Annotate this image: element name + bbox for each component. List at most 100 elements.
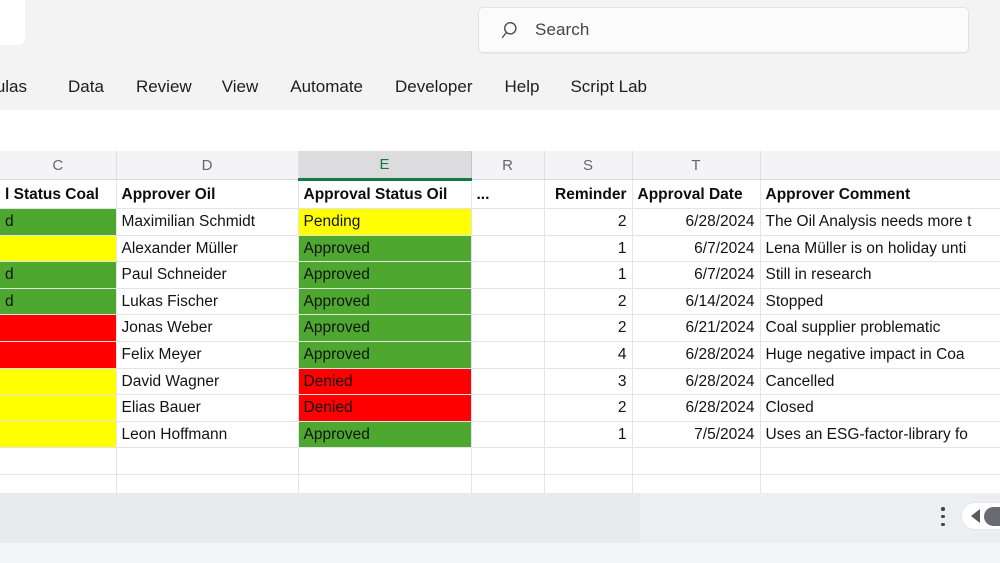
cell-approval-date[interactable]: 6/28/2024 — [632, 368, 761, 396]
cell-approval-status-oil[interactable]: Approved — [298, 261, 472, 289]
cell-reminder[interactable] — [544, 474, 633, 493]
cell-reminder[interactable]: 1 — [544, 235, 633, 263]
table-row[interactable]: d Lukas Fischer Approved 2 6/14/2024 Sto… — [0, 288, 1000, 316]
table-row[interactable]: Elias Bauer Denied 2 6/28/2024 Closed — [0, 394, 1000, 422]
cell-approver-comment[interactable]: Cancelled — [760, 368, 1000, 396]
cell-status-coal[interactable] — [0, 368, 117, 396]
cell-status-coal[interactable]: d — [0, 208, 117, 236]
cell-approval-date[interactable]: 6/7/2024 — [632, 261, 761, 289]
cell-approver-comment[interactable]: Stopped — [760, 288, 1000, 316]
cell-more[interactable] — [471, 447, 545, 475]
cell-approver-oil[interactable]: Lukas Fischer — [116, 288, 299, 316]
kebab-menu-icon[interactable] — [941, 507, 945, 526]
tab-script-lab[interactable]: Script Lab — [570, 73, 647, 101]
table-row[interactable]: d Paul Schneider Approved 1 6/7/2024 Sti… — [0, 261, 1000, 289]
cell-more[interactable] — [471, 368, 545, 396]
cell-approver-comment[interactable]: Lena Müller is on holiday unti — [760, 235, 1000, 263]
worksheet-grid[interactable]: C D E R S T l Status Coal Approver Oil A… — [0, 151, 1000, 493]
cell-more[interactable] — [471, 288, 545, 316]
tab-review[interactable]: Review — [136, 73, 192, 101]
table-row[interactable]: Jonas Weber Approved 2 6/21/2024 Coal su… — [0, 314, 1000, 342]
cell-reminder[interactable]: 1 — [544, 421, 633, 449]
cell-approval-date[interactable]: 6/28/2024 — [632, 394, 761, 422]
column-header-d[interactable]: D — [116, 151, 299, 180]
column-header-c[interactable]: C — [0, 151, 117, 180]
cell-approval-status-oil[interactable]: Denied — [298, 368, 472, 396]
cell-approver-comment[interactable]: Huge negative impact in Coa — [760, 341, 1000, 369]
cell-approval-status-oil[interactable] — [298, 474, 472, 493]
cell-approver-comment[interactable]: Closed — [760, 394, 1000, 422]
cell-reminder[interactable]: 4 — [544, 341, 633, 369]
table-row[interactable] — [0, 474, 1000, 493]
search-box[interactable]: Search — [478, 7, 969, 53]
scroll-left-arrow-icon[interactable] — [971, 509, 980, 523]
cell-approval-status-oil[interactable]: Approved — [298, 341, 472, 369]
cell-approver-oil[interactable]: Elias Bauer — [116, 394, 299, 422]
table-row[interactable]: Alexander Müller Approved 1 6/7/2024 Len… — [0, 235, 1000, 263]
table-row[interactable]: David Wagner Denied 3 6/28/2024 Cancelle… — [0, 368, 1000, 396]
cell-approval-status-oil[interactable]: Approved — [298, 235, 472, 263]
cell-status-coal[interactable]: d — [0, 261, 117, 289]
cell-approver-comment[interactable]: Still in research — [760, 261, 1000, 289]
cell-reminder[interactable] — [544, 447, 633, 475]
table-row[interactable] — [0, 447, 1000, 475]
table-row[interactable]: d Maximilian Schmidt Pending 2 6/28/2024… — [0, 208, 1000, 236]
cell-approver-oil[interactable]: Jonas Weber — [116, 314, 299, 342]
tab-automate[interactable]: Automate — [290, 73, 363, 101]
cell-status-coal[interactable] — [0, 235, 117, 263]
cell-approval-status-oil[interactable] — [298, 447, 472, 475]
cell-more[interactable] — [471, 314, 545, 342]
tab-data[interactable]: Data — [68, 73, 104, 101]
cell-reminder[interactable]: 1 — [544, 261, 633, 289]
cell-status-coal[interactable] — [0, 421, 117, 449]
cell-status-coal[interactable]: d — [0, 288, 117, 316]
horizontal-scrollbar[interactable] — [962, 503, 1000, 529]
cell-approver-comment[interactable]: The Oil Analysis needs more t — [760, 208, 1000, 236]
tab-help[interactable]: Help — [505, 73, 540, 101]
column-header-s[interactable]: S — [544, 151, 633, 180]
cell-approval-status-oil[interactable]: Approved — [298, 288, 472, 316]
cell-approval-date[interactable]: 6/7/2024 — [632, 235, 761, 263]
cell-approver-oil[interactable]: Maximilian Schmidt — [116, 208, 299, 236]
cell-approval-date[interactable] — [632, 447, 761, 475]
column-header-r[interactable]: R — [471, 151, 545, 180]
cell-approval-date[interactable]: 7/5/2024 — [632, 421, 761, 449]
ribbon-collapse-tab[interactable] — [0, 0, 25, 45]
cell-status-coal[interactable] — [0, 314, 117, 342]
cell-more[interactable] — [471, 474, 545, 493]
cell-approver-oil[interactable]: David Wagner — [116, 368, 299, 396]
cell-more[interactable] — [471, 208, 545, 236]
cell-approver-comment[interactable] — [760, 447, 1000, 475]
cell-approver-comment[interactable]: Uses an ESG-factor-library fo — [760, 421, 1000, 449]
tab-formulas[interactable]: rmulas — [0, 73, 27, 101]
formula-bar[interactable] — [0, 110, 1000, 152]
tab-view[interactable]: View — [222, 73, 259, 101]
cell-reminder[interactable]: 2 — [544, 208, 633, 236]
cell-reminder[interactable]: 2 — [544, 314, 633, 342]
cell-approval-date[interactable]: 6/28/2024 — [632, 208, 761, 236]
cell-approver-oil[interactable] — [116, 474, 299, 493]
cell-status-coal[interactable] — [0, 341, 117, 369]
tab-developer[interactable]: Developer — [395, 73, 473, 101]
column-header-t[interactable]: T — [632, 151, 761, 180]
cell-status-coal[interactable] — [0, 447, 117, 475]
cell-approver-comment[interactable]: Coal supplier problematic — [760, 314, 1000, 342]
cell-reminder[interactable]: 2 — [544, 394, 633, 422]
column-header-e[interactable]: E — [297, 151, 472, 181]
cell-more[interactable] — [471, 421, 545, 449]
cell-approval-date[interactable]: 6/14/2024 — [632, 288, 761, 316]
table-row[interactable]: Leon Hoffmann Approved 1 7/5/2024 Uses a… — [0, 421, 1000, 449]
table-row[interactable]: Felix Meyer Approved 4 6/28/2024 Huge ne… — [0, 341, 1000, 369]
cell-more[interactable] — [471, 394, 545, 422]
column-header-u[interactable] — [760, 151, 1000, 180]
cell-approval-status-oil[interactable]: Pending — [298, 208, 472, 236]
cell-approval-date[interactable]: 6/28/2024 — [632, 341, 761, 369]
cell-approval-date[interactable] — [632, 474, 761, 493]
cell-more[interactable] — [471, 235, 545, 263]
cell-approver-oil[interactable]: Felix Meyer — [116, 341, 299, 369]
cell-approver-oil[interactable]: Alexander Müller — [116, 235, 299, 263]
cell-reminder[interactable]: 2 — [544, 288, 633, 316]
cell-status-coal[interactable] — [0, 474, 117, 493]
cell-approver-oil[interactable]: Leon Hoffmann — [116, 421, 299, 449]
cell-approver-comment[interactable] — [760, 474, 1000, 493]
